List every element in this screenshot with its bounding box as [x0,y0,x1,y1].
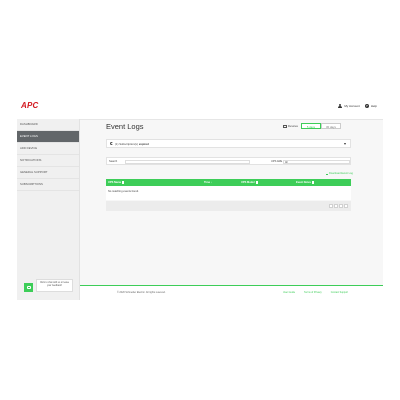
sidebar-item-dashboard[interactable]: Dashboard [17,119,79,131]
column-event-notes[interactable]: Event Notes [296,181,314,184]
sidebar: Dashboard Event Logs Add Device Notifica… [17,119,80,300]
my-account-label: My Account [344,104,360,108]
sidebar-item-add-device[interactable]: Add Device [17,143,79,155]
empty-table-message: No matching events found. [108,190,139,193]
ups-filter-select[interactable]: All [283,159,350,164]
search-input[interactable] [125,159,250,164]
my-account-link[interactable]: My Account [338,104,360,108]
last-page-button[interactable] [344,204,348,208]
top-bar: APC My Account ? Help [17,97,383,120]
sidebar-item-event-logs[interactable]: Event Logs [17,131,79,143]
subscription-dropdown[interactable]: (1) Subscription(s) expired [106,139,351,148]
ups-filter-label: UPS ARE [271,160,283,163]
grid-icon [283,124,287,128]
table-pagination-bar [106,201,351,211]
chevron-down-icon [344,143,346,145]
view-toggle: Devices 5 days 30 days [283,123,341,129]
range-30-days-button[interactable]: 30 days [320,123,341,129]
filter-bar: Search UPS ARE All [106,157,351,165]
help-icon: ? [364,104,369,108]
apc-logo[interactable]: APC [21,101,39,110]
sort-icon [122,181,125,184]
sort-icon [255,181,258,184]
chat-button[interactable] [24,283,33,292]
date-range-toggle: 5 days 30 days [300,123,341,129]
table-row: No matching events found. [106,186,351,200]
page-title: Event Logs [106,122,144,131]
column-time[interactable]: Time ↓ [204,181,212,184]
help-label: Help [370,104,377,108]
subscription-text: (1) Subscription(s) [115,141,138,146]
sort-icon [312,181,314,184]
table-header: UPS Name Time ↓ UPS Model Event Notes [106,179,351,186]
download-icon [326,172,328,175]
column-ups-model[interactable]: UPS Model [241,181,258,184]
column-label: UPS Name [108,181,122,184]
download-label: Download Event Log [329,172,353,175]
contact-support-link[interactable]: Contact Support [331,291,348,294]
subscription-status: expired [138,141,149,146]
user-guide-link[interactable]: User Guide [283,291,295,294]
column-ups-name[interactable]: UPS Name [108,181,125,184]
pagination [329,204,348,208]
sidebar-item-general-support[interactable]: General Support [17,167,79,179]
refresh-icon [110,142,113,145]
user-icon [338,104,343,108]
copyright-text: © 2020 Schneider Electric. All rights re… [117,291,166,294]
previous-page-button[interactable] [334,204,338,208]
ups-filter-value: All [285,160,288,164]
sidebar-item-notifications[interactable]: Notifications [17,155,79,167]
terms-of-privacy-link[interactable]: Terms of Privacy [304,291,322,294]
next-page-button[interactable] [339,204,343,208]
footer-links: User Guide Terms of Privacy Contact Supp… [283,291,348,294]
devices-view-label[interactable]: Devices [283,124,298,128]
search-label: Search [109,160,118,163]
range-5-days-button[interactable]: 5 days [300,123,321,129]
first-page-button[interactable] [329,204,333,208]
chat-tooltip: Click to chat with us or leave your feed… [36,279,73,292]
top-links: My Account ? Help [338,104,377,108]
sidebar-item-subscriptions[interactable]: Subscriptions [17,179,79,191]
devices-label: Devices [288,124,298,128]
help-link[interactable]: ? Help [364,104,377,108]
column-label: UPS Model [241,181,255,184]
download-event-log-link[interactable]: Download Event Log [326,172,353,175]
main-content: Event Logs Devices 5 days 30 days (1) Su… [80,119,383,300]
column-label: Event Notes [296,181,311,184]
footer: © 2020 Schneider Electric. All rights re… [80,285,383,300]
column-label: Time ↓ [204,181,213,184]
